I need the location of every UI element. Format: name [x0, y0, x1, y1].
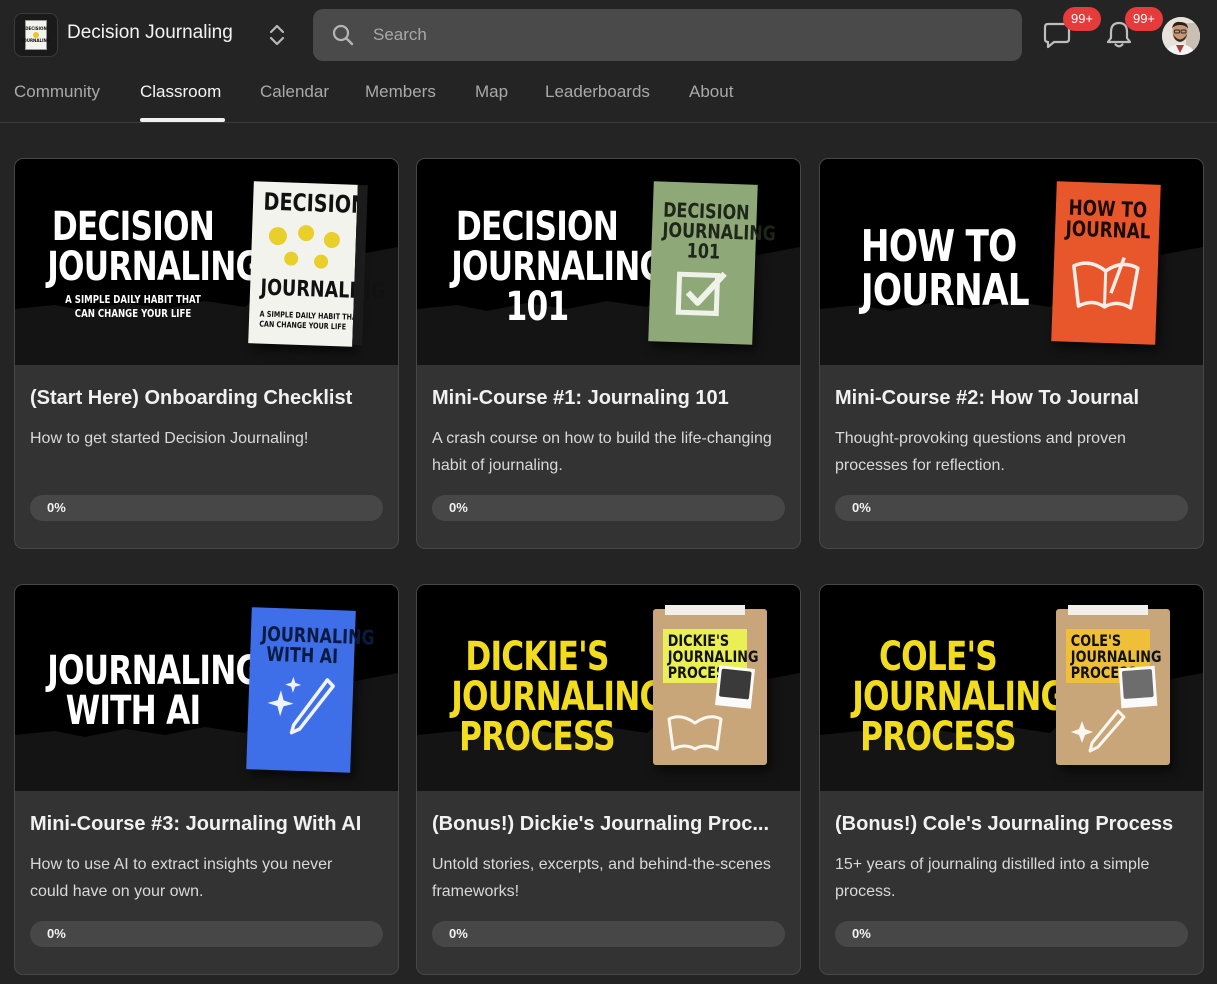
tab-classroom[interactable]: Classroom: [140, 82, 221, 102]
progress-bar: 0%: [432, 921, 785, 947]
cover-headline: COLE'S JOURNALING PROCESS: [852, 634, 1066, 760]
progress-label: 0%: [852, 926, 871, 941]
progress-bar: 0%: [30, 495, 383, 521]
cover-headline: JOURNALING WITH AI: [47, 648, 261, 734]
tab-members[interactable]: Members: [365, 82, 436, 102]
course-cover-image: DECISION JOURNALING A SIMPLE DAILY HABIT …: [15, 159, 398, 365]
search-input[interactable]: [373, 9, 993, 61]
user-avatar[interactable]: [1162, 17, 1200, 55]
course-card[interactable]: COLE'S JOURNALING PROCESS COLE'S JOURNALING…: [819, 584, 1204, 975]
cover-headline: DECISION JOURNALING A SIMPLE DAILY HABIT …: [47, 204, 261, 321]
course-cover-image: COLE'S JOURNALING PROCESS COLE'S JOURNALING…: [820, 585, 1203, 791]
book-image: DECISION JOURNALING 101: [648, 181, 776, 345]
progress-label: 0%: [852, 500, 871, 515]
tab-leaderboards[interactable]: Leaderboards: [545, 82, 650, 102]
course-title: Mini-Course #3: Journaling With AI: [30, 813, 362, 835]
logo-book-image: DECISION JOURNALING: [22, 20, 50, 50]
chevron-up-down-icon[interactable]: [266, 22, 288, 48]
course-card[interactable]: DECISION JOURNALING A SIMPLE DAILY HABIT …: [14, 158, 399, 549]
progress-bar: 0%: [835, 921, 1188, 947]
tab-about[interactable]: About: [689, 82, 733, 102]
course-cover-image: HOW TO JOURNAL HOW TO JOURNAL: [820, 159, 1203, 365]
cover-headline: DECISION JOURNALING 101: [451, 204, 665, 330]
progress-label: 0%: [449, 926, 468, 941]
course-description: A crash course on how to build the life-…: [432, 430, 772, 474]
course-card[interactable]: JOURNALING WITH AI JOURNALING WITH AI Mini…: [14, 584, 399, 975]
search-bar[interactable]: [313, 9, 1022, 61]
course-title: (Bonus!) Dickie's Journaling Proc...: [432, 813, 770, 835]
progress-label: 0%: [47, 926, 66, 941]
course-title: (Start Here) Onboarding Checklist: [30, 387, 353, 409]
folder-image: COLE'S JOURNALING PROCESS: [1056, 605, 1170, 765]
progress-label: 0%: [47, 500, 66, 515]
progress-bar: 0%: [432, 495, 785, 521]
course-cover-image: DECISION JOURNALING 101 DECISION JOURNALING…: [417, 159, 800, 365]
course-title: (Bonus!) Cole's Journaling Process: [835, 813, 1174, 835]
course-cover-image: JOURNALING WITH AI JOURNALING WITH AI: [15, 585, 398, 791]
course-card[interactable]: DECISION JOURNALING 101 DECISION JOURNALING…: [416, 158, 801, 549]
search-icon: [332, 24, 354, 46]
course-card[interactable]: DICKIE'S JOURNALING PROCESS DICKIE'S JOURNA…: [416, 584, 801, 975]
group-name[interactable]: Decision Journaling: [67, 22, 233, 44]
course-description: Untold stories, excerpts, and behind-the…: [432, 856, 771, 900]
tab-calendar[interactable]: Calendar: [260, 82, 329, 102]
course-description: Thought-provoking questions and proven p…: [835, 430, 1126, 474]
course-title: Mini-Course #1: Journaling 101: [432, 387, 729, 409]
progress-bar: 0%: [30, 921, 383, 947]
cover-headline: DICKIE'S JOURNALING PROCESS: [451, 634, 665, 760]
course-card[interactable]: HOW TO JOURNAL HOW TO JOURNAL Mini-Course …: [819, 158, 1204, 549]
navigation-tabs: Community Classroom Calendar Members Map…: [0, 68, 1217, 123]
tab-community[interactable]: Community: [14, 82, 100, 102]
progress-label: 0%: [449, 500, 468, 515]
active-tab-indicator: [140, 118, 225, 122]
notification-badge: 99+: [1125, 7, 1163, 31]
cover-headline: HOW TO JOURNAL: [860, 221, 1030, 316]
group-logo[interactable]: DECISION JOURNALING: [14, 13, 58, 57]
book-image: DECISION JOURNALING A SIMPLE DAILY HABIT…: [248, 181, 386, 347]
top-bar: DECISIONJOURNALING Decision Journaling 9…: [0, 0, 1217, 68]
book-image: HOW TO JOURNAL: [1051, 181, 1161, 345]
course-description: How to use AI to extract insights you ne…: [30, 856, 333, 900]
chat-unread-badge: 99+: [1063, 7, 1101, 31]
course-description: How to get started Decision Journaling!: [30, 430, 309, 447]
tab-map[interactable]: Map: [475, 82, 508, 102]
course-description: 15+ years of journaling distilled into a…: [835, 856, 1150, 900]
course-cover-image: DICKIE'S JOURNALING PROCESS DICKIE'S JOURNA…: [417, 585, 800, 791]
folder-image: DICKIE'S JOURNALING PROCESS: [653, 605, 767, 765]
course-title: Mini-Course #2: How To Journal: [835, 387, 1140, 409]
progress-bar: 0%: [835, 495, 1188, 521]
book-image: JOURNALING WITH AI: [246, 607, 375, 773]
